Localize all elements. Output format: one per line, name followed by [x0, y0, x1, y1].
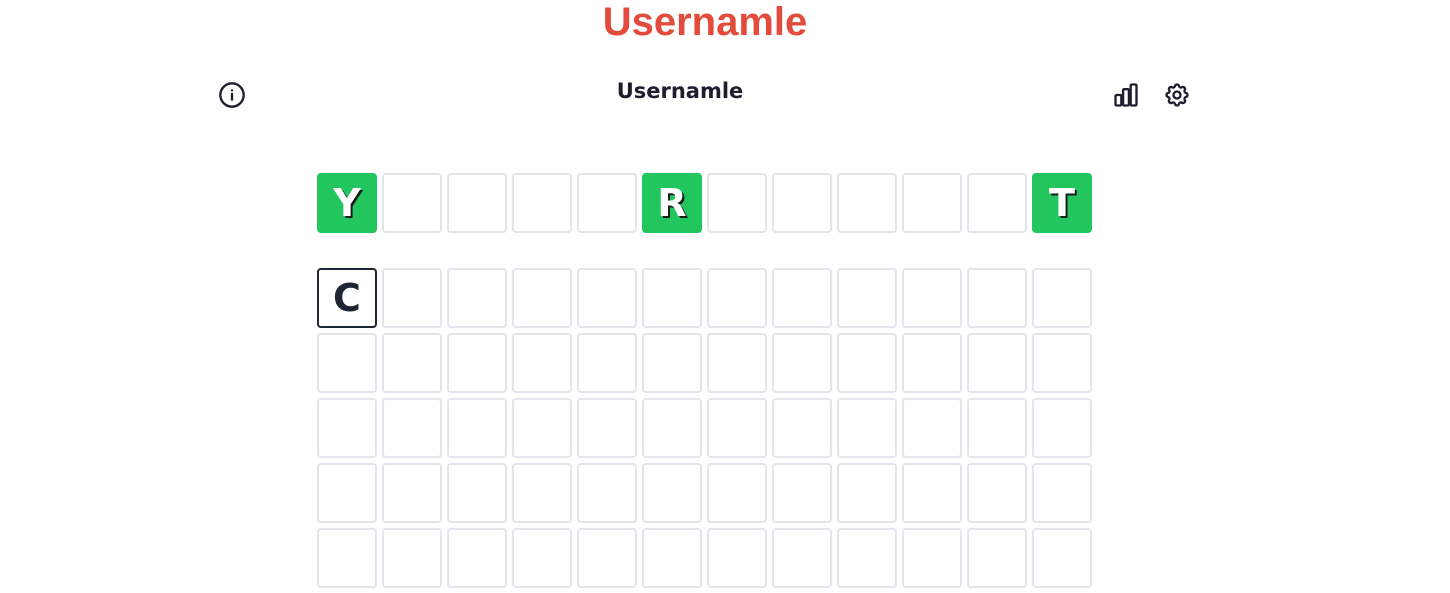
guess-tile [642, 333, 702, 393]
guess-tile [577, 398, 637, 458]
guess-tile [837, 268, 897, 328]
hint-tile: Y [317, 173, 377, 233]
guess-tile [1032, 398, 1092, 458]
guess-tile [707, 268, 767, 328]
guess-tile [772, 333, 832, 393]
guess-tile [1032, 333, 1092, 393]
hint-tile [902, 173, 962, 233]
guess-tile: C [317, 268, 377, 328]
guess-tile [447, 528, 507, 588]
guess-row [317, 333, 1092, 393]
guess-tile [642, 268, 702, 328]
hint-tile [837, 173, 897, 233]
guess-tile [382, 528, 442, 588]
hint-tile [577, 173, 637, 233]
guess-tile [967, 333, 1027, 393]
guess-tile [577, 333, 637, 393]
guess-tile [577, 463, 637, 523]
guess-tile [1032, 268, 1092, 328]
hint-row: YRT [317, 173, 1092, 233]
guess-tile [382, 463, 442, 523]
guess-tile [317, 463, 377, 523]
hint-tile [772, 173, 832, 233]
guess-tile [1032, 528, 1092, 588]
guess-tile [382, 268, 442, 328]
guess-tile [577, 528, 637, 588]
hint-tile [707, 173, 767, 233]
guess-tile [1032, 463, 1092, 523]
guess-tile [642, 463, 702, 523]
guess-row [317, 528, 1092, 588]
guess-tile [447, 268, 507, 328]
guess-tile [317, 333, 377, 393]
guess-tile [772, 268, 832, 328]
guess-tile [642, 528, 702, 588]
guess-tile [967, 268, 1027, 328]
guess-row [317, 463, 1092, 523]
guess-tile [707, 398, 767, 458]
guess-tile [902, 268, 962, 328]
guess-tile [837, 528, 897, 588]
guess-tile [902, 333, 962, 393]
hint-tile [967, 173, 1027, 233]
guess-tile [577, 268, 637, 328]
hint-tile [447, 173, 507, 233]
guess-tile [902, 528, 962, 588]
guess-tile [967, 528, 1027, 588]
guess-tile [512, 528, 572, 588]
guess-tile [772, 463, 832, 523]
guess-tile [837, 463, 897, 523]
guess-tile [967, 398, 1027, 458]
guess-tile [772, 528, 832, 588]
guess-tile [512, 268, 572, 328]
guess-tile [772, 398, 832, 458]
nav-title: Usernamle [616, 79, 744, 103]
hint-tile [382, 173, 442, 233]
guess-tile [837, 398, 897, 458]
guess-row: C [317, 268, 1092, 328]
guess-tile [512, 398, 572, 458]
guess-tile [707, 528, 767, 588]
hint-tile: R [642, 173, 702, 233]
guess-tile [902, 463, 962, 523]
site-title: Usernamle [602, 0, 808, 44]
game-board: Y R T C [317, 173, 1092, 593]
guess-row [317, 398, 1092, 458]
guess-tile [447, 333, 507, 393]
guess-tile [967, 463, 1027, 523]
hint-tile: T [1032, 173, 1092, 233]
settings-icon[interactable] [1163, 81, 1191, 109]
guess-tile [902, 398, 962, 458]
guess-tile [317, 398, 377, 458]
hint-tile [512, 173, 572, 233]
stats-icon[interactable] [1112, 81, 1140, 109]
guess-tile [707, 463, 767, 523]
guess-tile [382, 398, 442, 458]
guess-tile [707, 333, 767, 393]
guess-tile [512, 463, 572, 523]
guess-tile [382, 333, 442, 393]
guess-tile [512, 333, 572, 393]
guess-tile [317, 528, 377, 588]
navbar: Usernamle [217, 70, 1193, 120]
guess-tile [447, 463, 507, 523]
guess-tile [447, 398, 507, 458]
guess-tile [642, 398, 702, 458]
guess-grid: C [317, 268, 1092, 588]
guess-tile [837, 333, 897, 393]
